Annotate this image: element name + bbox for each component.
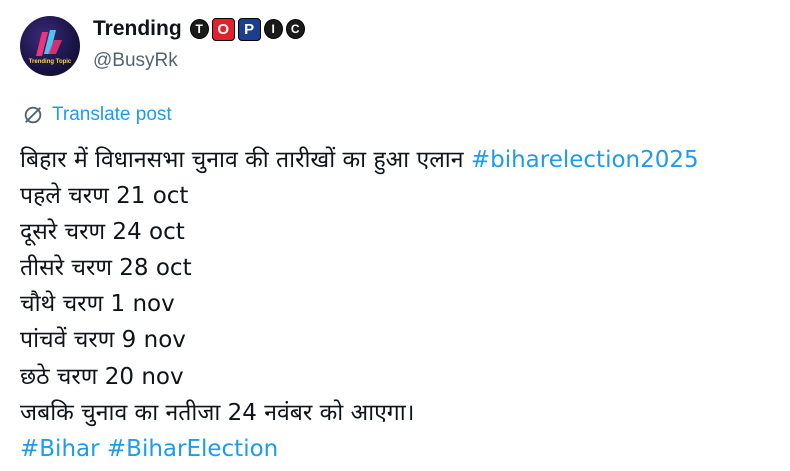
hashtag-biharelection[interactable]: #BiharElection bbox=[107, 436, 278, 462]
trending-topic-logo-icon: Trending Topic bbox=[29, 30, 72, 65]
hashtag-biharelection2025[interactable]: #biharelection2025 bbox=[471, 147, 699, 173]
hashtag-bihar[interactable]: #Bihar bbox=[20, 436, 100, 462]
author-display-name[interactable]: Trending bbox=[93, 17, 182, 41]
badge-letter-c: C bbox=[285, 19, 305, 39]
author-handle[interactable]: @BusyRk bbox=[93, 50, 178, 72]
avatar-caption: Trending Topic bbox=[29, 59, 72, 65]
post-line-4: तीसरे चरण 28 oct bbox=[20, 255, 192, 282]
post-line-3: दूसरे चरण 24 oct bbox=[20, 219, 185, 246]
badge-letter-p: P bbox=[237, 17, 261, 41]
translate-icon bbox=[24, 106, 42, 124]
post-hashtags-line: #Bihar #BiharElection bbox=[20, 431, 780, 467]
post-line-5: चौथे चरण 1 nov bbox=[20, 291, 175, 318]
post-line-8: जबकि चुनाव का नतीजा 24 नवंबर को आएगा। bbox=[20, 399, 415, 426]
post-line-2: पहले चरण 21 oct bbox=[20, 183, 189, 210]
post-line-7: छठे चरण 20 nov bbox=[20, 363, 184, 390]
badge-letter-t: T bbox=[189, 19, 209, 39]
post-line-1: बिहार में विधानसभा चुनाव की तारीखों का ह… bbox=[20, 142, 780, 178]
post-body: बिहार में विधानसभा चुनाव की तारीखों का ह… bbox=[20, 142, 780, 467]
author-name-row: Trending T O P I C bbox=[93, 17, 305, 41]
topic-badges: T O P I C bbox=[189, 17, 305, 41]
avatar[interactable]: Trending Topic bbox=[20, 16, 80, 76]
post-line-6: पांचवें चरण 9 nov bbox=[20, 327, 186, 354]
badge-letter-i: I bbox=[263, 19, 283, 39]
translate-post-label: Translate post bbox=[52, 104, 172, 125]
post-line-1-text: बिहार में विधानसभा चुनाव की तारीखों का ह… bbox=[20, 147, 464, 173]
translate-post-button[interactable]: Translate post bbox=[22, 104, 172, 126]
badge-letter-o: O bbox=[211, 17, 235, 41]
